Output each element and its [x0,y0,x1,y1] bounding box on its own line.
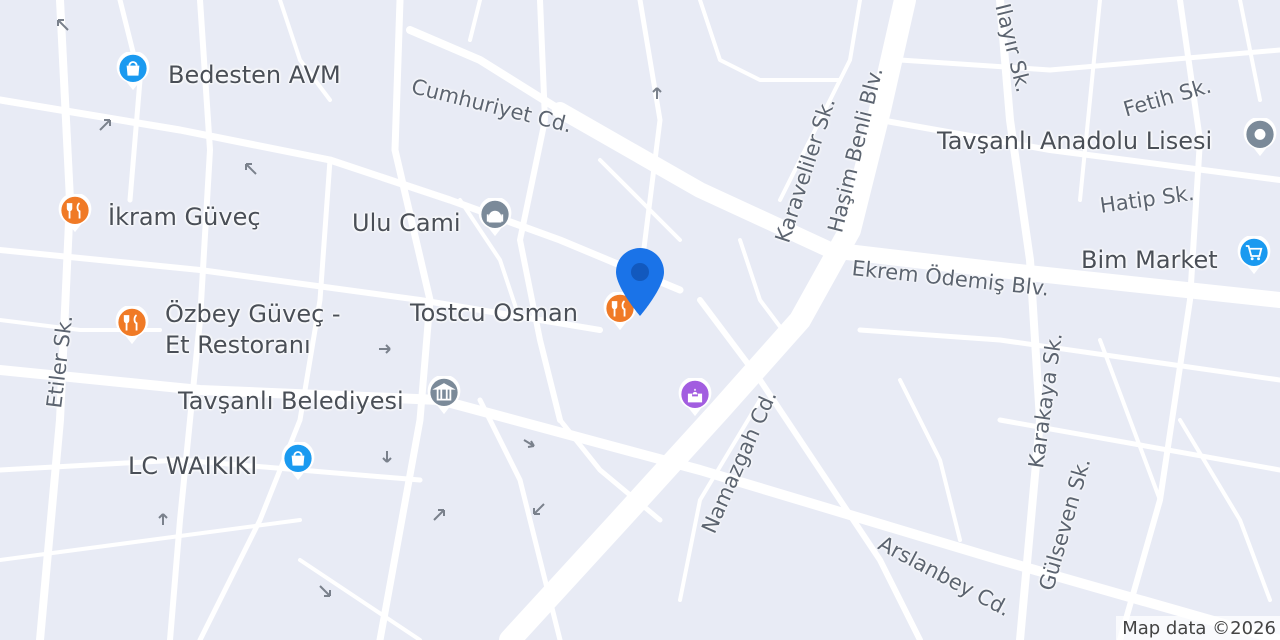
shopping-bag-icon [281,442,315,481]
fork-knife-icon [115,306,149,345]
one-way-arrow [523,439,535,448]
one-way-arrow [57,19,69,31]
shopping-bag-icon [116,52,150,91]
landmark-icon [678,378,712,417]
one-way-arrow [382,451,392,463]
shopping-cart-icon [1237,236,1271,275]
school-icon [1243,118,1277,157]
location-marker-icon[interactable] [612,246,668,318]
one-way-arrow [652,87,662,99]
one-way-arrow [533,503,545,515]
poi-label: İkram Güveç [108,203,261,231]
poi-label: Bedesten AVM [168,61,341,89]
poi-label-line1: Özbey Güveç - [165,300,341,328]
poi-label: Tavşanlı Anadolu Lisesi [937,127,1213,155]
one-way-arrow [99,119,111,131]
map-canvas[interactable]: Cumhuriyet Cd. Haşim Benli Blv. Karaveli… [0,0,1280,640]
fork-knife-icon [58,194,92,233]
one-way-arrow [158,513,168,525]
one-way-arrow [245,163,257,175]
poi-label: Tostcu Osman [410,299,578,327]
poi-label: LC WAIKIKI [128,452,258,480]
one-way-arrow [319,585,331,597]
one-way-arrow [433,509,445,521]
poi-label-line2: Et Restoranı [165,331,311,359]
one-way-arrow [379,344,391,354]
government-building-icon [427,376,461,415]
mosque-icon [478,198,512,237]
poi-label: Bim Market [1081,246,1218,274]
poi-label: Tavşanlı Belediyesi [178,387,404,415]
map-attribution: Map data ©2026 [1116,616,1280,640]
poi-label: Ulu Cami [352,209,461,237]
